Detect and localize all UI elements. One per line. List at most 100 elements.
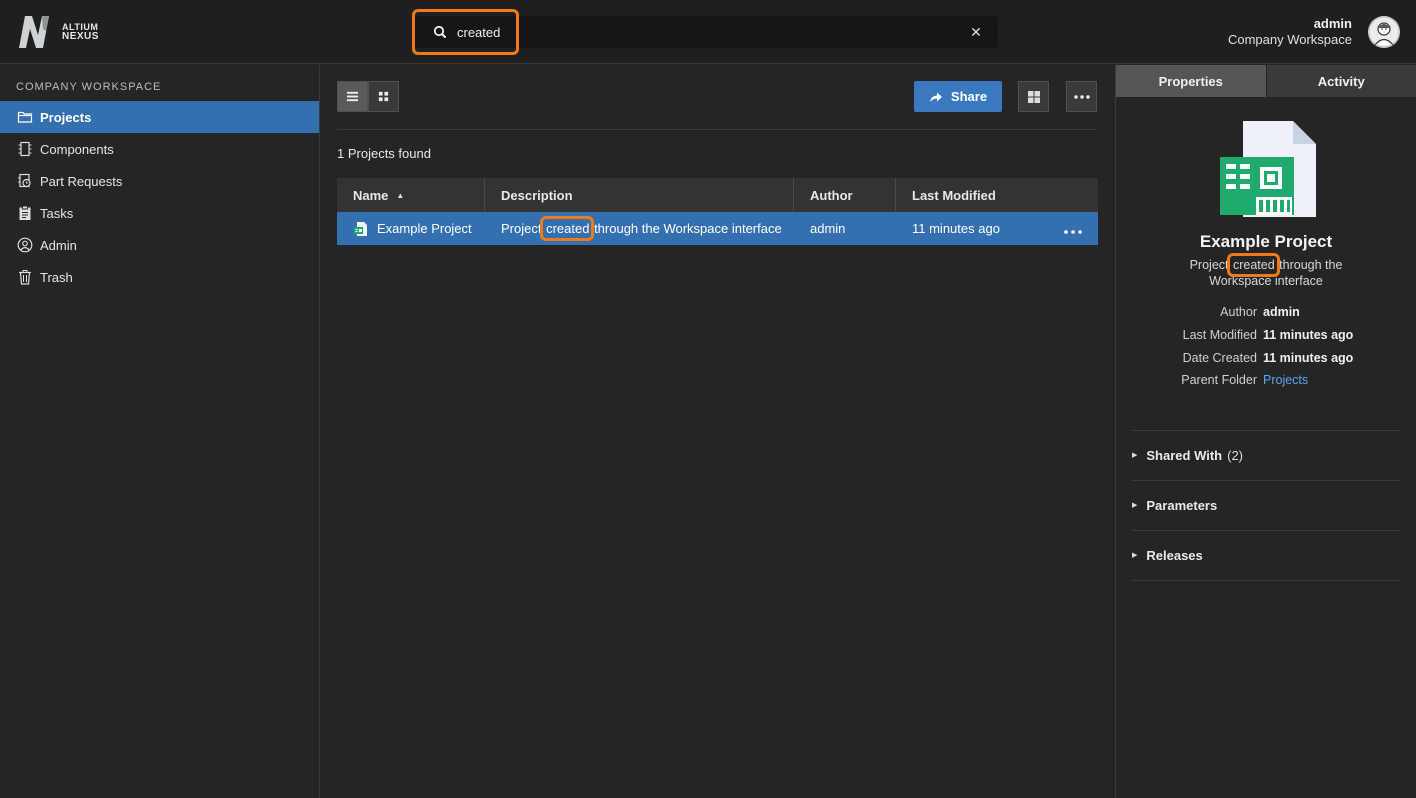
prop-value: admin (1263, 305, 1300, 319)
project-file-icon (354, 221, 367, 236)
user-circle-icon (16, 236, 34, 254)
section-parameters[interactable]: ▶ Parameters (1132, 495, 1401, 515)
column-header-author[interactable]: Author (794, 178, 896, 212)
sidebar-item-admin[interactable]: Admin (0, 229, 319, 261)
logo-text: ALTIUM NEXUS (62, 22, 99, 42)
view-toggle (337, 81, 399, 112)
workspace-name: Company Workspace (1227, 32, 1352, 47)
altium-nexus-logo[interactable]: ALTIUM NEXUS (16, 15, 99, 49)
share-button[interactable]: Share (914, 81, 1002, 112)
list-icon (346, 91, 359, 102)
panel-project-title: Example Project (1199, 232, 1333, 251)
sidebar-item-label: Tasks (40, 205, 74, 221)
clipboard-icon (16, 204, 34, 222)
tab-properties[interactable]: Properties (1116, 65, 1266, 97)
sidebar-item-label: Components (40, 141, 114, 157)
component-icon (16, 140, 34, 158)
nexus-logo-icon (19, 16, 49, 48)
projects-table: Name ▲ Description Author Last Modified (337, 178, 1098, 245)
clear-search-icon[interactable]: ✕ (968, 22, 984, 42)
column-header-last-modified[interactable]: Last Modified (896, 178, 1098, 212)
column-header-label: Author (810, 187, 853, 203)
top-header: ALTIUM NEXUS ✕ admin Company Workspace (0, 0, 1416, 64)
prop-date-created: Date Created 11 minutes ago (1116, 351, 1416, 365)
search-match-highlight: created (540, 216, 595, 241)
section-label: Parameters (1146, 497, 1218, 513)
prop-label: Author (1220, 305, 1257, 319)
section-label: Releases (1146, 547, 1203, 563)
cell-name: Example Project (337, 212, 485, 245)
sidebar-item-components[interactable]: Components (0, 133, 319, 165)
results-count: 1 Projects found (337, 146, 431, 161)
more-options-button[interactable] (1066, 81, 1097, 112)
section-divider (1132, 580, 1401, 581)
sidebar-item-projects[interactable]: Projects (0, 101, 319, 133)
sidebar-item-label: Trash (40, 269, 73, 285)
column-header-label: Last Modified (912, 187, 996, 203)
section-divider (1132, 530, 1401, 531)
sort-ascending-icon: ▲ (396, 190, 405, 200)
ellipsis-icon (1073, 94, 1090, 99)
panel-tabs: Properties Activity (1116, 65, 1416, 97)
description-text: Project (1189, 258, 1232, 272)
search-highlight-annotation (412, 9, 519, 55)
section-releases[interactable]: ▶ Releases (1132, 545, 1401, 565)
search-match-highlight: created (1232, 258, 1275, 272)
prop-label: Date Created (1182, 351, 1257, 365)
prop-last-modified: Last Modified 11 minutes ago (1116, 328, 1416, 342)
logo-line-2: NEXUS (62, 31, 99, 42)
cell-description: Project created through the Workspace in… (485, 212, 794, 245)
row-more-options-button[interactable] (1062, 224, 1084, 240)
prop-value: 11 minutes ago (1263, 351, 1354, 365)
grid-icon (378, 91, 389, 102)
details-panel: Properties Activity Example Project Proj… (1115, 65, 1416, 798)
prop-value: 11 minutes ago (1263, 328, 1354, 342)
sidebar-item-part-requests[interactable]: Part Requests (0, 165, 319, 197)
prop-author: Author admin (1116, 305, 1416, 319)
trash-icon (16, 268, 34, 286)
grid-view-button[interactable] (368, 81, 399, 112)
panel-project-description: Project created through the Workspace in… (1176, 257, 1356, 289)
sidebar-item-label: Admin (40, 237, 77, 253)
cell-author: admin (810, 221, 846, 236)
user-name: admin (1313, 16, 1352, 31)
column-header-label: Name (353, 187, 389, 203)
column-header-description[interactable]: Description (485, 178, 794, 212)
expand-triangle-icon: ▶ (1132, 552, 1138, 559)
folder-icon (16, 108, 34, 126)
prop-parent-folder: Parent Folder Projects (1116, 373, 1416, 387)
prop-label: Last Modified (1182, 328, 1257, 342)
parent-folder-link[interactable]: Projects (1263, 373, 1308, 387)
layout-button[interactable] (1018, 81, 1049, 112)
ellipsis-icon (1064, 230, 1082, 234)
avatar[interactable] (1368, 16, 1400, 48)
expand-triangle-icon: ▶ (1132, 452, 1138, 459)
sidebar-heading: COMPANY WORKSPACE (16, 81, 162, 93)
layout-icon (1027, 90, 1040, 103)
sidebar-item-trash[interactable]: Trash (0, 261, 319, 293)
avatar-icon (1368, 16, 1400, 48)
expand-triangle-icon: ▶ (1132, 502, 1138, 509)
sidebar-item-tasks[interactable]: Tasks (0, 197, 319, 229)
sidebar-item-label: Part Requests (40, 173, 123, 189)
search-input[interactable] (457, 22, 937, 42)
section-divider (1132, 480, 1401, 481)
section-label: Shared With (1146, 447, 1223, 463)
description-text: through the Workspace interface (590, 221, 782, 236)
project-document-icon (1220, 121, 1316, 217)
prop-label: Parent Folder (1181, 373, 1257, 387)
section-divider (1132, 430, 1401, 431)
table-header: Name ▲ Description Author Last Modified (337, 178, 1098, 212)
tab-activity[interactable]: Activity (1265, 65, 1416, 97)
share-arrow-icon (929, 92, 942, 102)
table-row[interactable]: Example Project Project created through … (337, 212, 1098, 245)
description-text: Project (501, 221, 546, 236)
section-shared-with[interactable]: ▶ Shared With (2) (1132, 445, 1401, 465)
column-header-label: Description (501, 187, 573, 203)
sidebar: COMPANY WORKSPACE Projects Components Pa… (0, 65, 320, 798)
toolbar-divider (337, 129, 1097, 130)
project-name: Example Project (377, 221, 472, 236)
share-button-label: Share (950, 89, 988, 104)
list-view-button[interactable] (337, 81, 368, 112)
column-header-name[interactable]: Name ▲ (337, 178, 485, 212)
